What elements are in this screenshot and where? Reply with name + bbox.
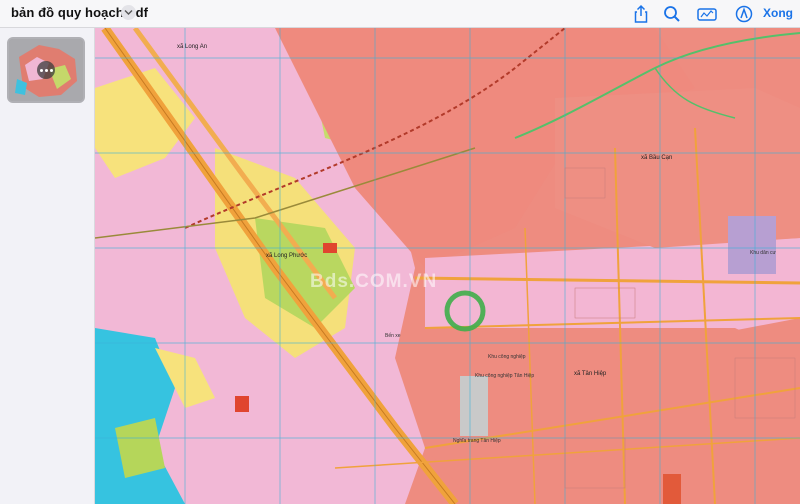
map-canvas[interactable]: xã Long An xã Bầu Cạn xã Long Phước xã T… xyxy=(95,28,800,504)
map-label-zone-d: Khu công nghiệp Tân Hiệp xyxy=(475,373,535,379)
more-icon[interactable] xyxy=(37,61,55,79)
map-label-tan-hiep: xã Tân Hiệp xyxy=(574,371,607,377)
map-label-bau-can: xã Bầu Cạn xyxy=(641,155,673,161)
map-label-long-an: xã Long An xyxy=(177,44,208,50)
map-label-zone-b: Khu dân cư xyxy=(750,250,776,256)
annotate-icon[interactable] xyxy=(734,4,754,24)
map-label-cemetery: Nghĩa trang Tân Hiệp xyxy=(453,438,501,444)
page-thumbnail[interactable] xyxy=(9,39,83,101)
chevron-down-icon[interactable] xyxy=(121,5,136,20)
planning-map xyxy=(95,28,800,504)
watermark: Bds.COM.VN xyxy=(310,271,438,292)
markup-icon[interactable] xyxy=(696,4,718,24)
thumbnail-sidebar xyxy=(0,28,95,504)
map-label-long-phuoc: xã Long Phước xyxy=(266,253,308,259)
title-bar: bản đồ quy hoạch.pdf Xong xyxy=(0,0,800,28)
map-label-zone-c: Bến xe xyxy=(385,333,401,339)
search-icon[interactable] xyxy=(662,4,682,24)
share-icon[interactable] xyxy=(631,4,651,24)
done-button[interactable]: Xong xyxy=(763,6,793,20)
map-label-zone-a: Khu công nghiệp xyxy=(488,354,526,360)
